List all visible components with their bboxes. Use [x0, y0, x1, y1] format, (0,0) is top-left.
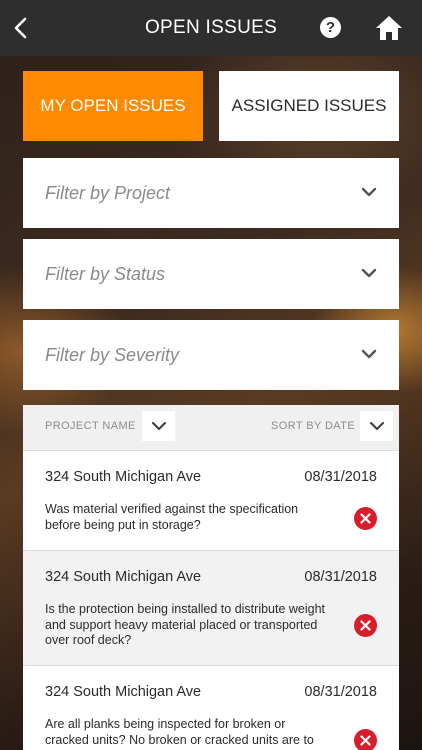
issues-list: PROJECT NAME SORT BY DATE 324 South Mich… [23, 405, 399, 750]
chevron-down-icon [369, 421, 384, 431]
issue-project-name: 324 South Michigan Ave [45, 684, 202, 700]
close-icon [360, 620, 371, 631]
tab-label: ASSIGNED ISSUES [231, 96, 387, 115]
filter-project-dropdown[interactable]: Filter by Project [23, 158, 399, 228]
issue-date: 08/31/2018 [304, 469, 377, 485]
issue-date: 08/31/2018 [304, 569, 377, 585]
page-title: OPEN ISSUES [144, 17, 278, 38]
filter-severity-placeholder: Filter by Severity [45, 344, 180, 365]
issue-row[interactable]: 324 South Michigan Ave 08/31/2018 Are al… [23, 666, 399, 750]
project-sort-toggle[interactable] [142, 411, 175, 441]
filter-status-dropdown[interactable]: Filter by Status [23, 239, 399, 309]
chevron-down-icon [361, 268, 377, 278]
delete-issue-button[interactable] [354, 507, 377, 530]
issue-project-name: 324 South Michigan Ave [45, 569, 202, 585]
delete-issue-button[interactable] [354, 614, 377, 637]
tab-label: MY OPEN ISSUES [40, 96, 186, 115]
issue-date: 08/31/2018 [304, 684, 377, 700]
filter-severity-dropdown[interactable]: Filter by Severity [23, 320, 399, 390]
issue-question: Are all planks being inspected for broke… [45, 717, 314, 747]
back-button[interactable] [6, 14, 34, 42]
home-icon [376, 16, 402, 40]
tab-assigned-issues[interactable]: ASSIGNED ISSUES [219, 71, 399, 141]
delete-issue-button[interactable] [354, 729, 377, 750]
chevron-down-icon [151, 421, 166, 431]
home-button[interactable] [375, 15, 403, 41]
date-sort-toggle[interactable] [360, 411, 393, 441]
sort-by-date-label: SORT BY DATE [271, 420, 356, 432]
issue-question: Is the protection being installed to dis… [45, 602, 326, 647]
chevron-down-icon [361, 349, 377, 359]
issue-row[interactable]: 324 South Michigan Ave 08/31/2018 Is the… [23, 551, 399, 666]
issue-row[interactable]: 324 South Michigan Ave 08/31/2018 Was ma… [23, 451, 399, 551]
issue-question: Was material verified against the specif… [45, 502, 299, 532]
close-icon [360, 513, 371, 524]
issue-project-name: 324 South Michigan Ave [45, 469, 202, 485]
question-circle-icon: ? [325, 19, 336, 36]
chevron-left-icon [14, 17, 27, 39]
filter-project-placeholder: Filter by Project [45, 182, 171, 203]
chevron-down-icon [361, 187, 377, 197]
tab-my-open-issues[interactable]: MY OPEN ISSUES [23, 71, 203, 141]
help-button[interactable]: ? [320, 17, 341, 38]
top-bar: OPEN ISSUES ? [0, 0, 422, 56]
close-icon [360, 735, 371, 746]
filter-status-placeholder: Filter by Status [45, 263, 166, 284]
list-header: PROJECT NAME SORT BY DATE [23, 405, 399, 451]
project-name-column-label: PROJECT NAME [45, 420, 136, 432]
